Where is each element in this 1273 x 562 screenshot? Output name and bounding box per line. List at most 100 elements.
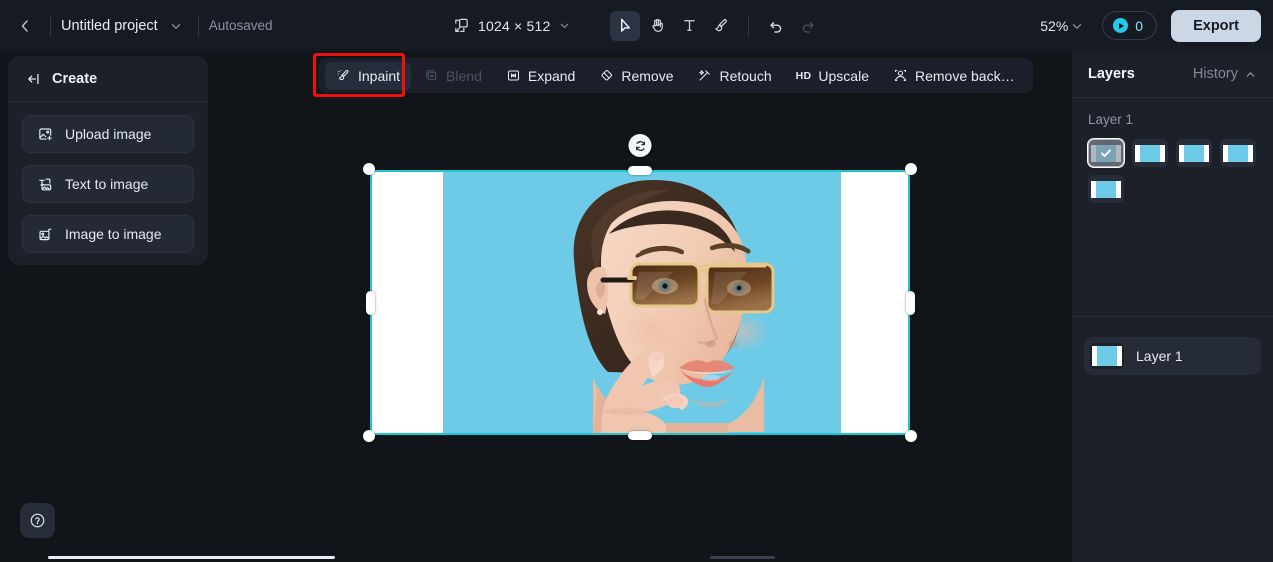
layer-thumbnail-3[interactable] [1176, 139, 1212, 167]
layer-row-name: Layer 1 [1136, 348, 1183, 364]
hand-icon [651, 18, 663, 32]
thumbnail-photo [1140, 144, 1160, 162]
resize-handle-right[interactable] [905, 290, 915, 315]
redo-arrow-icon [802, 21, 814, 33]
project-title: Untitled project [61, 17, 158, 34]
credits-badge[interactable]: 0 [1102, 11, 1158, 40]
layers-panel-body: Layer 1 [1072, 98, 1273, 203]
back-button[interactable] [10, 11, 40, 41]
top-bar-left: Untitled project Autosaved [0, 11, 273, 41]
canvas-area[interactable] [208, 51, 1072, 562]
chevron-down-icon [171, 23, 180, 29]
credit-coin-icon [1113, 18, 1129, 33]
app-root: Untitled project Autosaved 1024 × 512 52… [0, 0, 1273, 562]
thumbnail-image [1135, 144, 1165, 162]
rotate-handle[interactable] [628, 134, 652, 157]
layers-panel: Layers History Layer 1 Layer 1 [1072, 51, 1273, 562]
layer-row-thumbnail [1090, 343, 1124, 369]
collapse-panel-icon[interactable] [26, 71, 42, 87]
scrollbar-thumb[interactable] [48, 555, 335, 559]
artboard-image[interactable] [370, 170, 910, 435]
layer-row[interactable]: Layer 1 [1084, 337, 1261, 375]
thumbnail-image [1179, 144, 1209, 162]
panel-divider [1072, 316, 1273, 317]
portrait-illustration [443, 172, 841, 433]
top-bar: Untitled project Autosaved 1024 × 512 52… [0, 0, 1273, 51]
text-to-image-icon [39, 178, 52, 190]
rotate-refresh-icon [635, 140, 645, 151]
text-t-icon [683, 20, 695, 31]
chevron-up-icon [1246, 71, 1255, 77]
canvas-size-selector[interactable]: 1024 × 512 [447, 13, 577, 38]
credits-count: 0 [1135, 17, 1144, 34]
upload-image-icon [39, 127, 52, 140]
chevron-down-icon [561, 23, 569, 29]
tab-history[interactable]: History [1193, 66, 1257, 82]
resize-handle-top-left[interactable] [363, 163, 375, 175]
layer-thumbnail-1[interactable] [1087, 138, 1125, 168]
create-panel-body: Upload image Text to image Image to imag… [8, 102, 208, 253]
tab-history-label: History [1192, 66, 1238, 82]
portrait-photo [443, 172, 841, 433]
upload-image-label: Upload image [65, 126, 152, 142]
image-to-image-button[interactable]: Image to image [22, 215, 194, 253]
divider [50, 14, 51, 37]
tab-layers[interactable]: Layers [1088, 66, 1135, 82]
create-panel: Create Upload image Text to image Image … [8, 56, 208, 265]
resize-handle-bottom-left[interactable] [363, 430, 375, 442]
resize-handle-bottom-right[interactable] [905, 430, 917, 442]
layer-thumbnail-grid [1087, 138, 1257, 203]
thumbnail-selected-overlay [1088, 139, 1124, 167]
question-circle-icon [30, 513, 45, 528]
undo-arrow-icon [770, 21, 782, 33]
tool-group [610, 0, 823, 51]
help-button[interactable] [20, 503, 55, 538]
canvas-resize-icon [455, 18, 468, 32]
create-panel-header: Create [8, 56, 208, 102]
divider [197, 14, 199, 37]
undo-button[interactable] [761, 11, 791, 41]
create-panel-title: Create [52, 70, 98, 87]
top-bar-center: 1024 × 512 [447, 0, 577, 51]
thumbnail-photo [1097, 346, 1117, 366]
thumbnail-image [1091, 180, 1121, 198]
layer-group-name: Layer 1 [1088, 112, 1134, 127]
thumbnail-photo [1096, 180, 1116, 198]
text-tool-button[interactable] [674, 11, 704, 41]
export-button[interactable]: Export [1171, 9, 1261, 42]
zoom-level: 52% [1040, 17, 1069, 34]
zoom-selector[interactable]: 52% [1032, 14, 1088, 38]
layer-thumbnail-2[interactable] [1132, 139, 1168, 167]
brush-tool-button[interactable] [706, 11, 736, 41]
text-to-image-button[interactable]: Text to image [22, 165, 194, 203]
autosave-status: Autosaved [208, 18, 273, 33]
thumbnail-photo [1228, 144, 1248, 162]
scrollbar-thumb-secondary[interactable] [710, 555, 775, 559]
hand-tool-button[interactable] [642, 11, 672, 41]
layer-thumbnail-5[interactable] [1088, 175, 1124, 203]
thumbnail-image [1092, 346, 1122, 366]
divider [748, 14, 749, 37]
cursor-arrow-icon [620, 18, 630, 32]
resize-handle-top[interactable] [628, 165, 652, 175]
chevron-down-icon [1073, 23, 1082, 29]
selection-wrapper [363, 134, 917, 442]
image-to-image-label: Image to image [65, 226, 162, 242]
image-to-image-icon [39, 228, 52, 240]
horizontal-scrollbar[interactable] [0, 552, 1072, 562]
project-dropdown-button[interactable] [164, 14, 188, 38]
upload-image-button[interactable]: Upload image [22, 115, 194, 153]
redo-button[interactable] [793, 11, 823, 41]
thumbnail-image [1223, 144, 1253, 162]
select-tool-button[interactable] [610, 10, 640, 41]
resize-handle-left[interactable] [365, 290, 375, 315]
check-icon [1101, 149, 1111, 157]
chevron-left-icon [21, 19, 28, 32]
resize-handle-bottom[interactable] [628, 430, 652, 440]
layers-panel-header: Layers History [1072, 51, 1273, 98]
brush-icon [714, 18, 727, 32]
resize-handle-top-right[interactable] [905, 163, 917, 175]
layer-thumbnail-4[interactable] [1220, 139, 1256, 167]
layer-list: Layer 1 [1072, 321, 1273, 375]
top-bar-right: 52% 0 Export [1032, 0, 1261, 51]
